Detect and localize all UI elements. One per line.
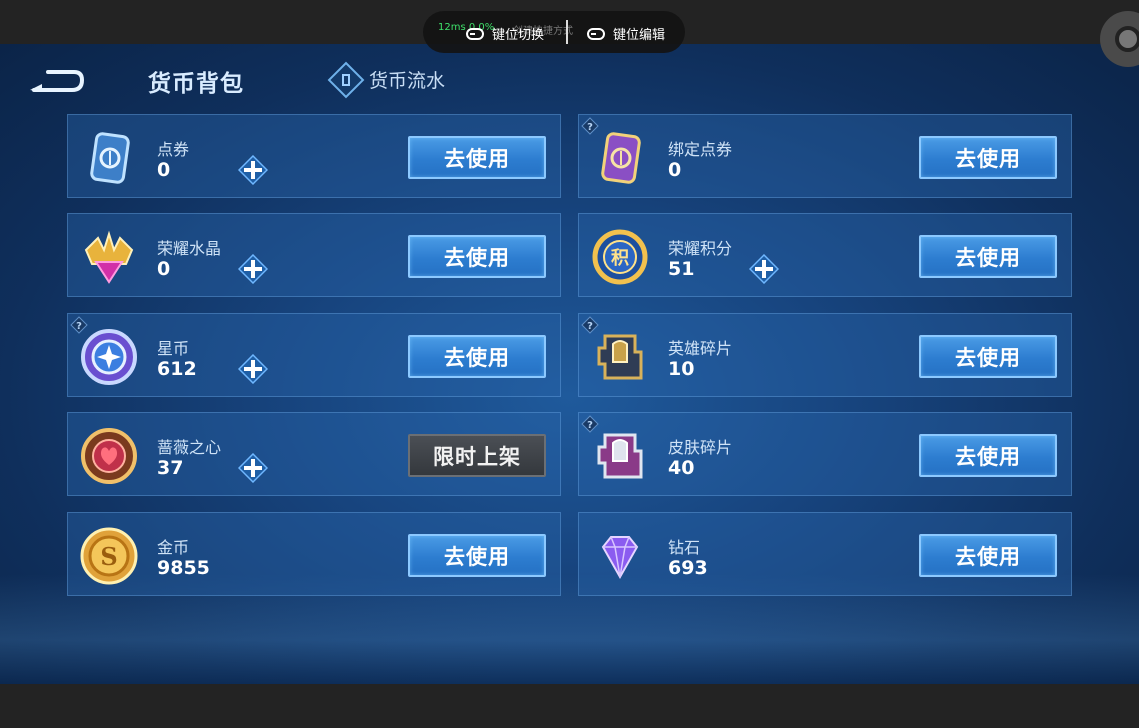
gold-coin-icon: S xyxy=(80,527,138,585)
add-currency-icon[interactable] xyxy=(237,452,269,484)
back-arrow-icon[interactable] xyxy=(28,64,86,94)
use-button[interactable]: 去使用 xyxy=(408,335,546,378)
currency-card: ? 皮肤碎片 40 去使用 xyxy=(578,412,1072,496)
currency-amount: 693 xyxy=(668,557,708,579)
glory-crystal-icon xyxy=(80,228,138,286)
currency-name: 绑定点券 xyxy=(668,140,733,159)
diamond-icon xyxy=(591,527,649,585)
currency-card: 点券 0 去使用 xyxy=(67,114,561,198)
currency-amount: 0 xyxy=(668,159,682,181)
currency-amount: 612 xyxy=(157,358,197,380)
add-currency-icon[interactable] xyxy=(748,253,780,285)
currency-card: S 金币 9855 去使用 xyxy=(67,512,561,596)
add-currency-icon[interactable] xyxy=(237,353,269,385)
use-button[interactable]: 去使用 xyxy=(408,136,546,179)
skin-fragment-icon xyxy=(591,427,649,485)
flow-icon xyxy=(327,61,365,98)
page-title: 货币背包 xyxy=(148,71,244,97)
use-button[interactable]: 去使用 xyxy=(919,235,1057,278)
currency-card: 钻石 693 去使用 xyxy=(578,512,1072,596)
currency-name: 荣耀水晶 xyxy=(157,239,222,258)
use-button[interactable]: 去使用 xyxy=(919,136,1057,179)
currency-amount: 10 xyxy=(668,358,695,380)
bound-coupon-icon xyxy=(591,129,649,187)
currency-card: ? 绑定点券 0 去使用 xyxy=(578,114,1072,198)
key-switch-label: 键位切换 xyxy=(492,28,545,43)
flow-label: 货币流水 xyxy=(369,70,446,92)
gear-icon xyxy=(1115,26,1139,52)
key-edit-button[interactable]: 键位编辑 xyxy=(587,24,665,43)
currency-name: 英雄碎片 xyxy=(668,339,733,358)
coupon-icon xyxy=(80,129,138,187)
use-button[interactable]: 去使用 xyxy=(919,534,1057,577)
currency-name: 皮肤碎片 xyxy=(668,438,733,457)
rose-heart-icon xyxy=(80,427,138,485)
gamepad-icon xyxy=(466,27,484,40)
currency-amount: 40 xyxy=(668,457,695,479)
currency-name: 星币 xyxy=(157,339,190,358)
currency-card: 积 荣耀积分 51 去使用 xyxy=(578,213,1072,297)
toolbar-divider xyxy=(566,20,568,44)
use-button[interactable]: 去使用 xyxy=(408,534,546,577)
key-edit-label: 键位编辑 xyxy=(613,28,666,43)
hero-fragment-icon xyxy=(591,328,649,386)
currency-amount: 37 xyxy=(157,457,184,479)
gamepad-icon xyxy=(587,27,605,40)
currency-card: ? 星币 612 去使用 xyxy=(67,313,561,397)
currency-card: ? 英雄碎片 10 去使用 xyxy=(578,313,1072,397)
glory-points-icon: 积 xyxy=(591,228,649,286)
svg-text:积: 积 xyxy=(611,248,629,269)
currency-name: 金币 xyxy=(157,538,190,557)
window-bottom-bar xyxy=(0,684,1139,728)
currency-name: 蔷薇之心 xyxy=(157,438,222,457)
currency-card: 荣耀水晶 0 去使用 xyxy=(67,213,561,297)
currency-name: 钻石 xyxy=(668,538,701,557)
svg-text:S: S xyxy=(100,542,117,571)
use-button[interactable]: 去使用 xyxy=(919,335,1057,378)
currency-amount: 9855 xyxy=(157,557,210,579)
currency-amount: 0 xyxy=(157,258,171,280)
currency-amount: 51 xyxy=(668,258,695,280)
use-button[interactable]: 去使用 xyxy=(408,235,546,278)
currency-name: 点券 xyxy=(157,140,190,159)
currency-amount: 0 xyxy=(157,159,171,181)
add-currency-icon[interactable] xyxy=(237,253,269,285)
currency-name: 荣耀积分 xyxy=(668,239,733,258)
use-button[interactable]: 去使用 xyxy=(919,434,1057,477)
star-coin-icon xyxy=(80,328,138,386)
add-currency-icon[interactable] xyxy=(237,154,269,186)
key-switch-button[interactable]: 键位切换 xyxy=(466,24,544,43)
limited-time-button[interactable]: 限时上架 xyxy=(408,434,546,477)
currency-card: 蔷薇之心 37 限时上架 xyxy=(67,412,561,496)
currency-flow-tab[interactable]: 货币流水 xyxy=(327,61,446,98)
